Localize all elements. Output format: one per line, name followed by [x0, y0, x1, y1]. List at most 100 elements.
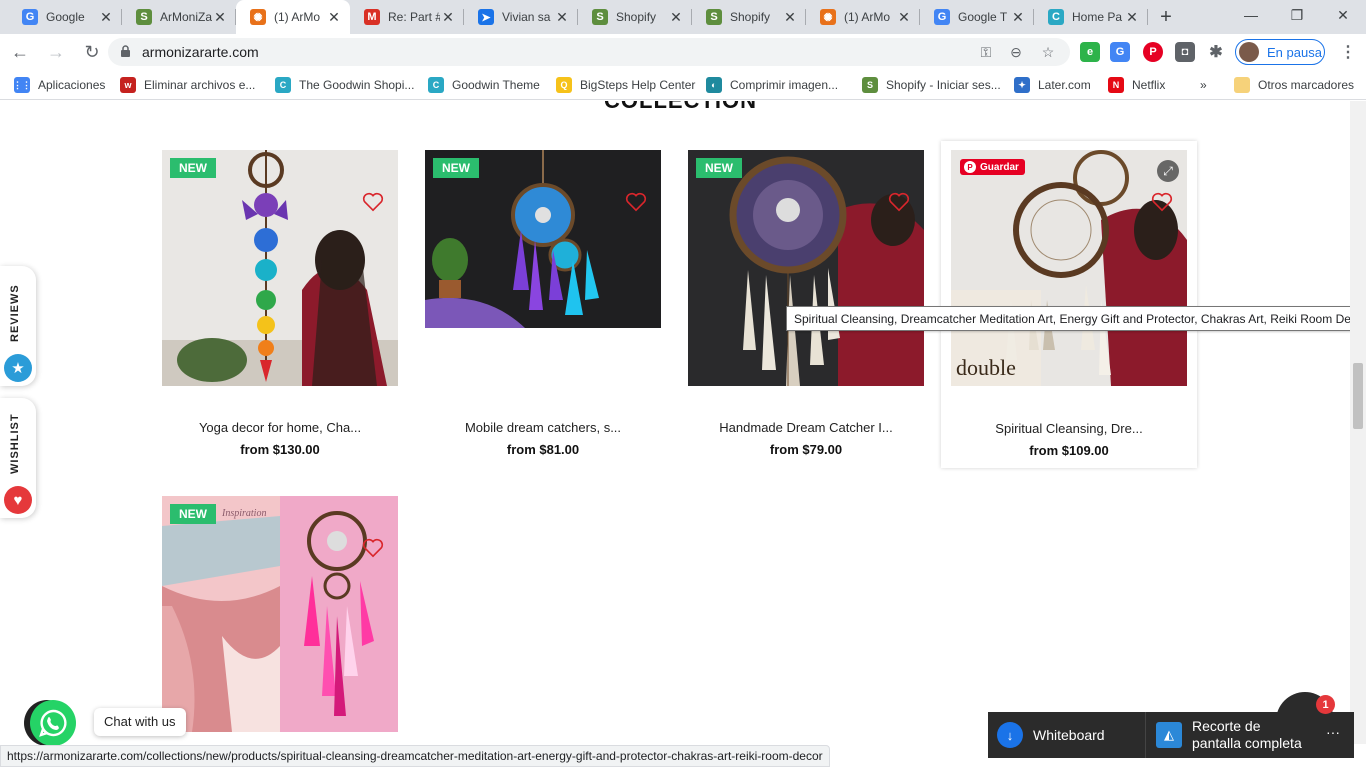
close-tab-icon[interactable]: ✕	[326, 9, 342, 26]
browser-tab[interactable]: G Google T ✕	[920, 0, 1034, 34]
snip-icon: ◭	[1156, 722, 1182, 748]
bookmark-item[interactable]: »	[1200, 76, 1207, 94]
browser-tab[interactable]: S Shopify ✕	[578, 0, 692, 34]
wishlist-side-tab[interactable]: WISHLIST ♥	[0, 398, 36, 518]
product-card[interactable]: Inspiration NEW	[162, 496, 398, 732]
bookmark-star-icon[interactable]: ☆	[1036, 42, 1060, 62]
product-image[interactable]: NEW	[688, 150, 924, 386]
wishlist-heart-icon[interactable]	[1151, 192, 1173, 212]
product-title[interactable]: Mobile dream catchers, s...	[425, 420, 661, 435]
wishlist-heart-icon[interactable]	[625, 192, 647, 212]
heart-icon: ♥	[4, 486, 32, 514]
apps-grid-icon: ⋮⋮	[13, 77, 31, 93]
bookmark-item[interactable]: N Netflix	[1108, 76, 1165, 94]
product-image[interactable]: double P Guardar ⤢	[951, 150, 1187, 386]
shopify-icon: S	[862, 77, 878, 93]
new-badge: NEW	[433, 158, 479, 178]
evernote-icon[interactable]: e	[1080, 42, 1100, 62]
browser-tab[interactable]: S ArMoniZa ✕	[122, 0, 236, 34]
paper-plane-icon: ➤	[478, 9, 494, 25]
product-card[interactable]: double P Guardar ⤢ Spiritual Cleansing, D…	[941, 141, 1197, 468]
product-image[interactable]: NEW	[162, 150, 398, 386]
product-card[interactable]: NEW Yoga decor for home, Cha... from $13…	[162, 150, 398, 457]
page-scrollbar[interactable]	[1350, 101, 1366, 744]
tab-title: (1) ArMo	[274, 10, 321, 24]
close-tab-icon[interactable]: ✕	[212, 9, 228, 26]
key-icon[interactable]: ⚿	[974, 42, 998, 62]
image-text-inspiration: Inspiration	[221, 508, 266, 519]
pinterest-save-button[interactable]: P Guardar	[960, 159, 1025, 175]
fullscreen-snip-option[interactable]: ◭ Recorte de pantalla completa	[1146, 712, 1302, 758]
extensions-puzzle-icon[interactable]: ✱	[1206, 42, 1226, 62]
tab-title: Google	[46, 10, 85, 24]
folder-icon	[1234, 77, 1250, 93]
bookmark-label: Netflix	[1132, 78, 1166, 92]
bookmark-item[interactable]: ◐ Comprimir imagen...	[706, 76, 838, 94]
profile-button[interactable]: En pausa	[1235, 39, 1325, 65]
close-tab-icon[interactable]: ✕	[98, 9, 114, 26]
whatsapp-button[interactable]	[30, 700, 76, 746]
pinterest-icon[interactable]: P	[1143, 42, 1163, 62]
collection-title: COLLECTION	[604, 101, 757, 114]
close-tab-icon[interactable]: ✕	[1010, 9, 1026, 26]
translate-icon[interactable]: G	[1110, 42, 1130, 62]
product-card[interactable]: NEW Handmade Dream Catcher I... from $79…	[688, 150, 924, 457]
bookmark-label: Otros marcadores	[1258, 78, 1355, 92]
bookmark-item[interactable]: Otros marcadores	[1234, 76, 1354, 94]
whiteboard-option[interactable]: ↓ Whiteboard	[988, 712, 1146, 758]
wishlist-heart-icon[interactable]	[362, 538, 384, 558]
browser-tab[interactable]: M Re: Part # ✕	[350, 0, 464, 34]
bookmark-label: Shopify - Iniciar ses...	[886, 78, 1001, 92]
close-tab-icon[interactable]: ✕	[554, 9, 570, 26]
product-price: from $81.00	[506, 442, 580, 457]
reload-icon[interactable]: ↻	[76, 36, 108, 68]
extension-shield-icon[interactable]: ◘	[1175, 42, 1195, 62]
gmail-icon: M	[364, 9, 380, 25]
scroll-thumb[interactable]	[1353, 363, 1363, 429]
product-image[interactable]: Inspiration NEW	[162, 496, 398, 732]
browser-tab[interactable]: G Google ✕	[8, 0, 122, 34]
wishlist-heart-icon[interactable]	[362, 192, 384, 212]
chat-with-us-label[interactable]: Chat with us	[94, 708, 186, 736]
compress-icon: ◐	[706, 77, 722, 93]
back-icon[interactable]: ←	[4, 36, 36, 68]
new-tab-button[interactable]: +	[1148, 0, 1184, 34]
browser-tab[interactable]: S Shopify ✕	[692, 0, 806, 34]
product-title[interactable]: Yoga decor for home, Cha...	[162, 420, 398, 435]
menu-kebab-icon[interactable]: ⋮	[1338, 42, 1358, 62]
product-image[interactable]: NEW	[425, 150, 661, 328]
product-title[interactable]: Handmade Dream Catcher I...	[688, 420, 924, 435]
address-bar[interactable]: ⚿ ⊖ ☆	[108, 38, 1070, 66]
minimize-icon[interactable]: —	[1228, 0, 1274, 30]
wishlist-heart-icon[interactable]	[888, 192, 910, 212]
url-input[interactable]	[142, 44, 742, 60]
product-card[interactable]: NEW Mobile dream catchers, s... from $81…	[425, 150, 661, 457]
forward-icon[interactable]: →	[40, 36, 72, 68]
browser-tab[interactable]: ✺ (1) ArMo ✕	[236, 0, 350, 34]
close-tab-icon[interactable]: ✕	[1124, 9, 1140, 26]
close-tab-icon[interactable]: ✕	[668, 9, 684, 26]
restore-icon[interactable]: ❐	[1274, 0, 1320, 30]
bookmark-item[interactable]: Q BigSteps Help Center	[556, 76, 695, 94]
close-tab-icon[interactable]: ✕	[896, 9, 912, 26]
tab-title: Shopify	[616, 10, 657, 24]
product-title[interactable]: Spiritual Cleansing, Dre...	[951, 421, 1187, 436]
snip-more-button[interactable]: ···	[1326, 724, 1340, 740]
browser-tab[interactable]: C Home Pa ✕	[1034, 0, 1148, 34]
zoom-icon[interactable]: ⊖	[1004, 42, 1028, 62]
expand-icon[interactable]: ⤢	[1157, 160, 1179, 182]
browser-tab[interactable]: ✺ (1) ArMo ✕	[806, 0, 920, 34]
bookmark-item[interactable]: ✦ Later.com	[1014, 76, 1091, 94]
reviews-side-tab[interactable]: REVIEWS ★	[0, 266, 36, 386]
bookmark-item[interactable]: C Goodwin Theme	[428, 76, 540, 94]
goodwin-icon: C	[1048, 9, 1064, 25]
bookmark-item[interactable]: w Eliminar archivos e...	[120, 76, 255, 94]
close-window-icon[interactable]: ✕	[1320, 0, 1366, 30]
close-tab-icon[interactable]: ✕	[440, 9, 456, 26]
bookmark-item[interactable]: C The Goodwin Shopi...	[275, 76, 414, 94]
close-tab-icon[interactable]: ✕	[782, 9, 798, 26]
bookmark-item[interactable]: ⋮⋮ Aplicaciones	[13, 76, 105, 94]
browser-tab[interactable]: ➤ Vivian sa ✕	[464, 0, 578, 34]
tab-title: Google T	[958, 10, 1008, 24]
bookmark-item[interactable]: S Shopify - Iniciar ses...	[862, 76, 1001, 94]
